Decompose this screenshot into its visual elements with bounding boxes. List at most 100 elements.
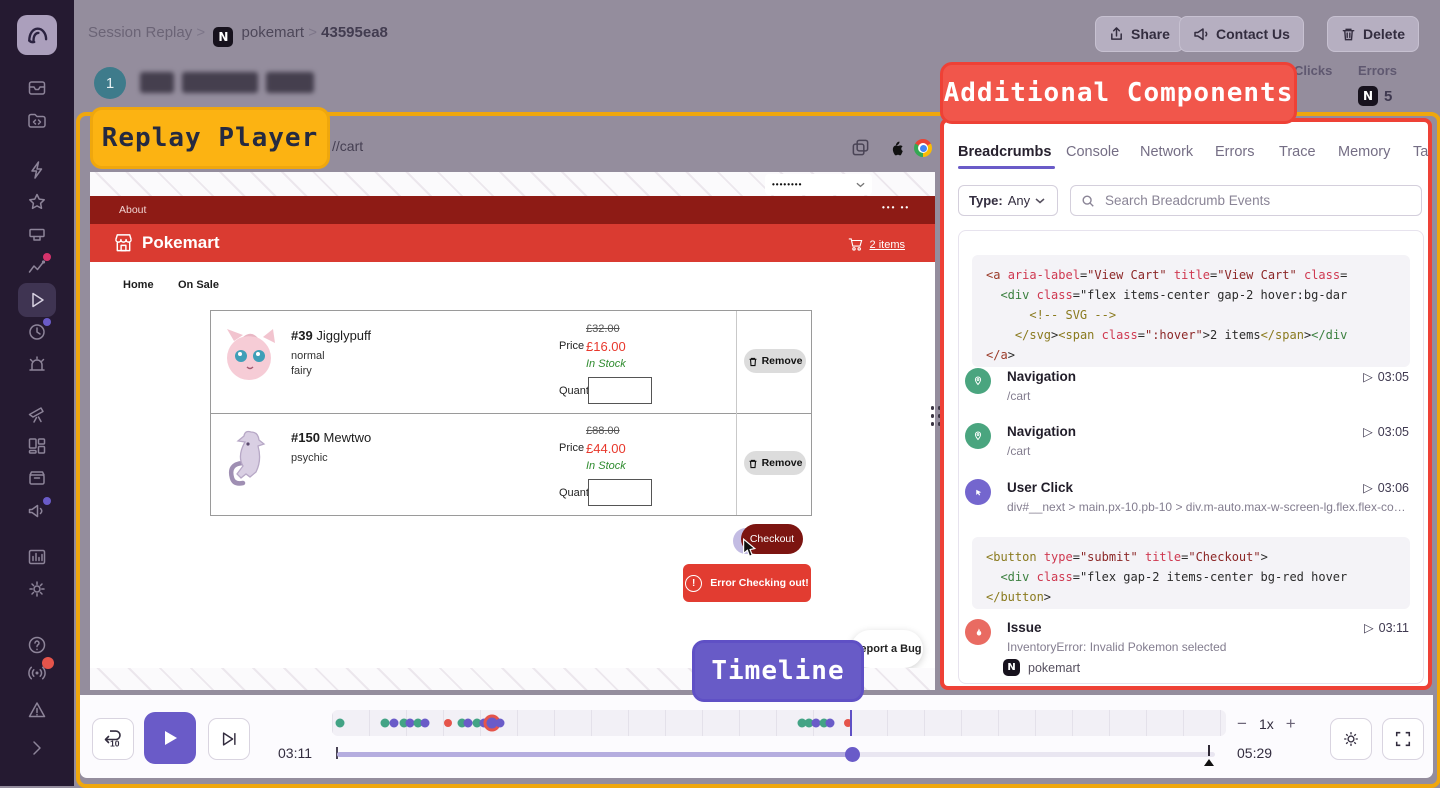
type-filter-select[interactable]: Type: Any xyxy=(958,185,1058,216)
play-icon xyxy=(160,728,180,748)
tab-errors[interactable]: Errors xyxy=(1215,144,1254,160)
masked-select: •••••••• xyxy=(765,174,872,195)
timeline-event-dot-error[interactable] xyxy=(444,719,452,727)
help-icon[interactable] xyxy=(26,634,48,656)
share-button[interactable]: Share xyxy=(1095,16,1184,52)
masked-username xyxy=(266,72,314,93)
event-detail: /cart xyxy=(1007,444,1407,458)
breadcrumb-separator: > xyxy=(308,24,317,41)
session-index: 1 xyxy=(106,75,114,92)
timeline-event-dot-click[interactable] xyxy=(496,719,505,728)
errors-count: 5 xyxy=(1384,88,1392,105)
search-input[interactable] xyxy=(1103,192,1411,209)
collapse-icon[interactable] xyxy=(26,737,48,759)
fire-icon xyxy=(965,619,991,645)
about-link: About xyxy=(119,204,146,216)
trash-icon xyxy=(748,356,758,367)
replay-viewport[interactable]: About ••• •• •••••••• Pokemart 2 items H… xyxy=(90,172,935,690)
timeline-event-dot-click[interactable] xyxy=(826,719,835,728)
timeline-event-dot-nav[interactable] xyxy=(336,719,345,728)
projects-icon[interactable] xyxy=(26,110,48,132)
timeline-event-dot-nav[interactable] xyxy=(381,719,390,728)
scrubber-handle[interactable] xyxy=(845,747,860,762)
breadcrumb-search[interactable] xyxy=(1070,185,1422,216)
tab-network[interactable]: Network xyxy=(1140,144,1193,160)
discover-icon[interactable] xyxy=(26,402,48,424)
total-duration: 05:29 xyxy=(1237,745,1272,761)
fullscreen-button[interactable] xyxy=(1382,718,1424,760)
releases-icon[interactable] xyxy=(26,467,48,489)
progress-fill xyxy=(337,752,853,757)
nextjs-logo-icon: N xyxy=(213,27,233,47)
replay-topbar: About ••• •• xyxy=(90,196,935,224)
speed-value: 1x xyxy=(1259,716,1274,732)
sentry-logo[interactable] xyxy=(17,15,57,55)
insights-icon[interactable] xyxy=(26,256,48,278)
cursor-icon xyxy=(965,479,991,505)
contact-us-button[interactable]: Contact Us xyxy=(1179,16,1304,52)
tab-trace[interactable]: Trace xyxy=(1279,144,1316,160)
feedback-icon[interactable] xyxy=(26,500,48,522)
play-button[interactable] xyxy=(144,712,196,764)
map-pin-icon xyxy=(965,368,991,394)
skip-end-icon xyxy=(220,730,238,748)
history-icon[interactable] xyxy=(26,321,48,343)
replays-icon[interactable] xyxy=(26,289,48,311)
breadcrumb: Session Replay > N pokemart > 43595ea8 xyxy=(88,24,388,47)
issues-icon[interactable] xyxy=(26,77,48,99)
timeline-event-dot-click[interactable] xyxy=(464,719,473,728)
rewind-10s-button[interactable]: 10 xyxy=(92,718,134,760)
pokemon-number: #150 xyxy=(291,430,320,445)
breadcrumb-project[interactable]: pokemart xyxy=(242,24,305,41)
nextjs-logo-icon: N xyxy=(1003,659,1020,676)
collect-icon[interactable] xyxy=(26,224,48,246)
breadcrumb-section[interactable]: Session Replay xyxy=(88,24,192,41)
quantity-input xyxy=(588,377,652,404)
exclamation-icon: ! xyxy=(685,575,702,592)
marker-arrow-icon xyxy=(1204,759,1214,766)
alerts-icon[interactable] xyxy=(26,354,48,376)
stats-icon[interactable] xyxy=(26,546,48,568)
rewind-10-icon: 10 xyxy=(102,728,124,750)
speed-increase-button[interactable]: + xyxy=(1286,714,1296,734)
event-project: N pokemart xyxy=(1003,659,1080,676)
tab-breadcrumbs[interactable]: Breadcrumbs xyxy=(958,144,1051,160)
pokemon-number: #39 xyxy=(291,328,313,343)
progress-bar[interactable] xyxy=(337,752,1215,757)
event-timestamp[interactable]: ▷ 03:05 xyxy=(1363,424,1409,439)
starred-icon[interactable] xyxy=(26,191,48,213)
timeline-event-dot-click[interactable] xyxy=(390,719,399,728)
broadcast-icon[interactable] xyxy=(26,662,48,684)
timeline-track[interactable] xyxy=(332,710,1226,736)
settings-icon[interactable] xyxy=(26,578,48,600)
cart-count: 2 items xyxy=(870,239,905,251)
timeline-event-dot-click[interactable] xyxy=(421,719,430,728)
tab-tags[interactable]: Ta xyxy=(1413,144,1428,160)
warning-icon[interactable] xyxy=(26,699,48,721)
timeline-cursor[interactable] xyxy=(850,710,852,736)
masked-menu-text: ••• •• xyxy=(882,203,910,212)
speed-decrease-button[interactable]: − xyxy=(1237,714,1247,734)
divider xyxy=(211,413,811,414)
type-filter-label: Type: xyxy=(969,193,1003,208)
performance-icon[interactable] xyxy=(26,159,48,181)
tab-memory[interactable]: Memory xyxy=(1338,144,1390,160)
dashboards-icon[interactable] xyxy=(26,435,48,457)
event-timestamp[interactable]: ▷ 03:05 xyxy=(1363,369,1409,384)
cart-link: 2 items xyxy=(848,237,905,252)
delete-button[interactable]: Delete xyxy=(1327,16,1419,52)
skip-to-end-button[interactable] xyxy=(208,718,250,760)
current-time: 03:11 xyxy=(278,745,312,761)
mouse-cursor-icon xyxy=(742,538,757,558)
search-icon xyxy=(1081,194,1095,208)
event-title: User Click xyxy=(1007,480,1073,495)
active-tab-indicator xyxy=(958,166,1055,169)
player-settings-button[interactable] xyxy=(1330,718,1372,760)
play-outline-icon: ▷ xyxy=(1363,480,1373,495)
event-timestamp[interactable]: ▷ 03:06 xyxy=(1363,480,1409,495)
event-timestamp[interactable]: ▷ 03:11 xyxy=(1364,620,1409,635)
tab-console[interactable]: Console xyxy=(1066,144,1119,160)
trash-icon xyxy=(1341,26,1356,42)
annotation-timeline: Timeline xyxy=(692,640,864,702)
checkout-error-alert: ! Error Checking out! xyxy=(683,564,811,602)
